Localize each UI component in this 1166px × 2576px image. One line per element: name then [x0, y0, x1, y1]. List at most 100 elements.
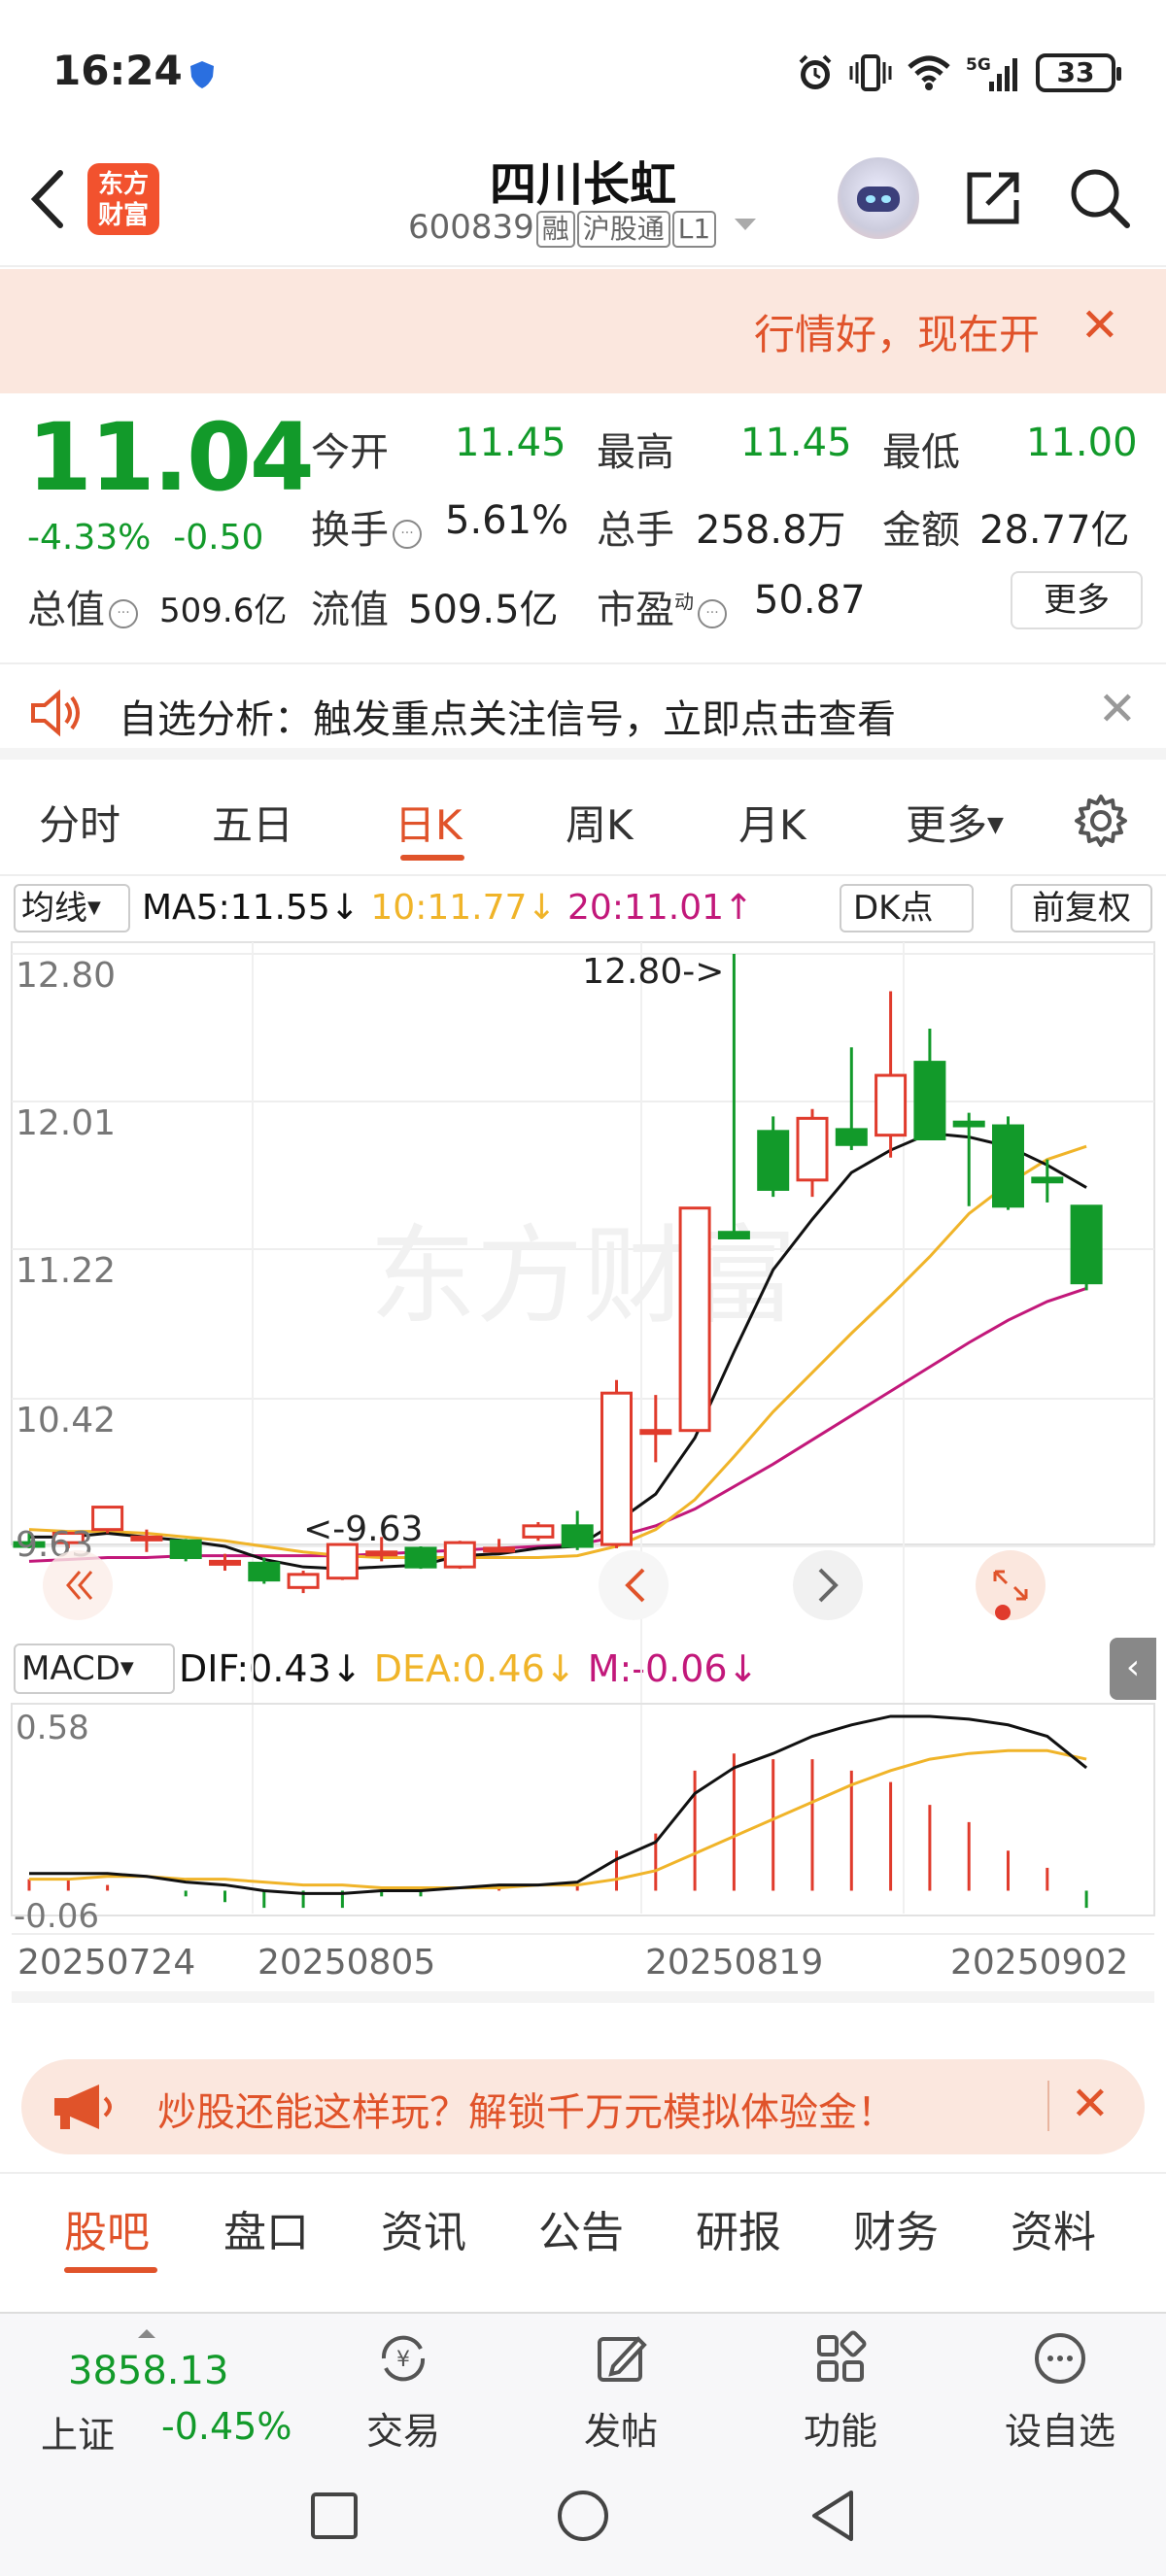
- candle-up: [796, 1116, 829, 1182]
- period-tabs: 分时 五日 日K 周K 月K 更多▼: [0, 769, 1166, 876]
- recents-icon[interactable]: [309, 2491, 360, 2541]
- date-label: 20250805: [257, 1943, 435, 1983]
- tab-daily-k[interactable]: 日K: [394, 793, 463, 852]
- candle-up: [639, 1429, 672, 1436]
- macd-axis-label: 0.58: [16, 1709, 89, 1747]
- more-button[interactable]: 更多: [1011, 571, 1143, 629]
- connect-tag: 沪股通: [576, 211, 670, 248]
- scroll-right-button[interactable]: [793, 1550, 863, 1620]
- stock-code: 600839: [407, 208, 534, 247]
- candle-up: [209, 1559, 241, 1566]
- macd-axis-label: -0.06: [14, 1897, 99, 1936]
- add-watchlist-button[interactable]: 设自选: [987, 2314, 1133, 2459]
- tab-announcements[interactable]: 公告: [538, 2197, 624, 2259]
- ma-lines: [28, 1132, 1087, 1571]
- current-price: 11.04: [27, 403, 315, 512]
- back-nav-icon[interactable]: [808, 2489, 859, 2543]
- quote-panel: 11.04 -4.33% -0.50 今开 11.45 最高 11.45 最低 …: [0, 393, 1166, 651]
- turnover-label-text: 换手: [311, 508, 389, 553]
- post-button[interactable]: 发帖: [548, 2314, 694, 2459]
- search-icon[interactable]: [1067, 165, 1131, 229]
- tab-forum[interactable]: 股吧: [64, 2197, 150, 2259]
- close-icon[interactable]: ✕: [1071, 2077, 1110, 2131]
- info-icon[interactable]: ···: [109, 599, 138, 628]
- stock-header: 东方 财富 四川长虹 600839 融沪股通 L1: [0, 146, 1166, 267]
- candle-up: [326, 1542, 359, 1580]
- signal-icon: 5G: [966, 55, 1017, 91]
- active-tab-indicator: [400, 855, 464, 861]
- info-icon[interactable]: ···: [393, 520, 422, 549]
- gear-icon[interactable]: [1073, 793, 1129, 849]
- functions-label: 功能: [803, 2410, 877, 2453]
- caret-up-icon: [138, 2329, 155, 2338]
- close-icon[interactable]: ✕: [1080, 298, 1119, 353]
- change-percent: -4.33%: [27, 518, 152, 558]
- tab-news[interactable]: 资讯: [381, 2197, 466, 2259]
- clock: 16:24: [52, 47, 183, 94]
- candle-down: [757, 1130, 790, 1191]
- trade-label: 交易: [365, 2410, 440, 2453]
- system-nav-bar: [0, 2457, 1166, 2576]
- analysis-bar[interactable]: 自选分析：触发重点关注信号，立即点击查看 ✕: [0, 662, 1166, 760]
- home-icon[interactable]: [556, 2489, 610, 2543]
- trade-icon: ¥: [381, 2335, 426, 2382]
- info-icon[interactable]: ···: [698, 599, 727, 628]
- speaker-icon: [31, 689, 80, 737]
- turnover-value: 5.61%: [445, 498, 569, 543]
- market-cap-label: 总值 ···: [27, 578, 142, 634]
- bottom-toolbar: 3858.13 上证 -0.45% ¥ 交易 发帖 功能 设自选: [0, 2312, 1166, 2457]
- functions-button[interactable]: 功能: [768, 2314, 913, 2459]
- price-axis: 12.8012.0111.2210.429.63: [16, 956, 116, 1565]
- pe-value: 50.87: [754, 578, 866, 623]
- candle-down: [952, 1120, 985, 1128]
- volume-value: 258.8万: [696, 508, 846, 553]
- dropdown-icon: [735, 219, 757, 230]
- index-ticker[interactable]: 3858.13 上证 -0.45%: [19, 2323, 311, 2457]
- simulation-promo[interactable]: 炒股还能这样玩？解锁千万元模拟体验金！ ✕: [21, 2059, 1145, 2154]
- candle-up: [365, 1550, 398, 1557]
- index-change: -0.45%: [161, 2405, 292, 2448]
- promo-banner[interactable]: 行情好，现在开 ✕: [0, 269, 1166, 393]
- dea-line: [29, 1748, 1087, 1890]
- share-icon[interactable]: [962, 165, 1026, 229]
- pe-label: 市盈动 ···: [597, 578, 731, 634]
- tab-intraday[interactable]: 分时: [39, 793, 120, 852]
- kline-svg: 东方财富 12.8012.0111.2210.429.63 12.80-><-9…: [11, 941, 1155, 2003]
- analysis-text: 自选分析：触发重点关注信号，立即点击查看: [119, 697, 896, 742]
- content-tabs: 股吧 盘口 资讯 公告 研报 财务 资料: [0, 2172, 1166, 2279]
- wifi-icon: [908, 55, 950, 90]
- high-value: 11.45: [740, 421, 852, 465]
- trade-button[interactable]: ¥ 交易: [330, 2314, 476, 2459]
- margin-tag: 融: [535, 211, 575, 248]
- assistant-avatar[interactable]: [838, 157, 919, 239]
- scroll-left-button[interactable]: [599, 1550, 669, 1620]
- candle-up: [91, 1506, 124, 1532]
- tab-research[interactable]: 研报: [696, 2197, 781, 2259]
- close-icon[interactable]: ✕: [1098, 682, 1137, 736]
- active-tab-indicator: [64, 2267, 157, 2273]
- high-label: 最高: [597, 430, 674, 475]
- scroll-far-left-button[interactable]: [43, 1550, 113, 1620]
- fullscreen-button[interactable]: [976, 1550, 1046, 1620]
- candle-down: [1031, 1176, 1064, 1184]
- tab-more[interactable]: 更多▼: [906, 793, 1004, 852]
- tab-weekly-k[interactable]: 周K: [566, 793, 634, 852]
- caret-down-icon: ▼: [987, 813, 1004, 837]
- tab-financials[interactable]: 财务: [853, 2197, 939, 2259]
- candle-up: [600, 1391, 633, 1546]
- tab-monthly-k[interactable]: 月K: [738, 793, 806, 852]
- index-name: 上证: [41, 2414, 116, 2457]
- candle-up: [130, 1535, 163, 1542]
- apps-icon: [817, 2330, 867, 2382]
- candle-up: [522, 1524, 555, 1539]
- open-label: 今开: [311, 430, 389, 475]
- kline-chart[interactable]: 均线▼ MA5:11.55↓ 10:11.77↓ 20:11.01↑ DK点 前…: [0, 876, 1166, 2042]
- min-price-marker: <-9.63: [303, 1509, 423, 1549]
- market-cap-value: 509.6亿: [159, 592, 288, 630]
- price-axis-label: 11.22: [16, 1251, 116, 1291]
- tab-profile[interactable]: 资料: [1011, 2197, 1096, 2259]
- tab-order-book[interactable]: 盘口: [223, 2197, 309, 2259]
- price-axis-label: 12.01: [16, 1103, 116, 1143]
- macd-panel: 0.58 -0.06: [14, 1709, 1088, 1936]
- tab-five-day[interactable]: 五日: [212, 793, 293, 852]
